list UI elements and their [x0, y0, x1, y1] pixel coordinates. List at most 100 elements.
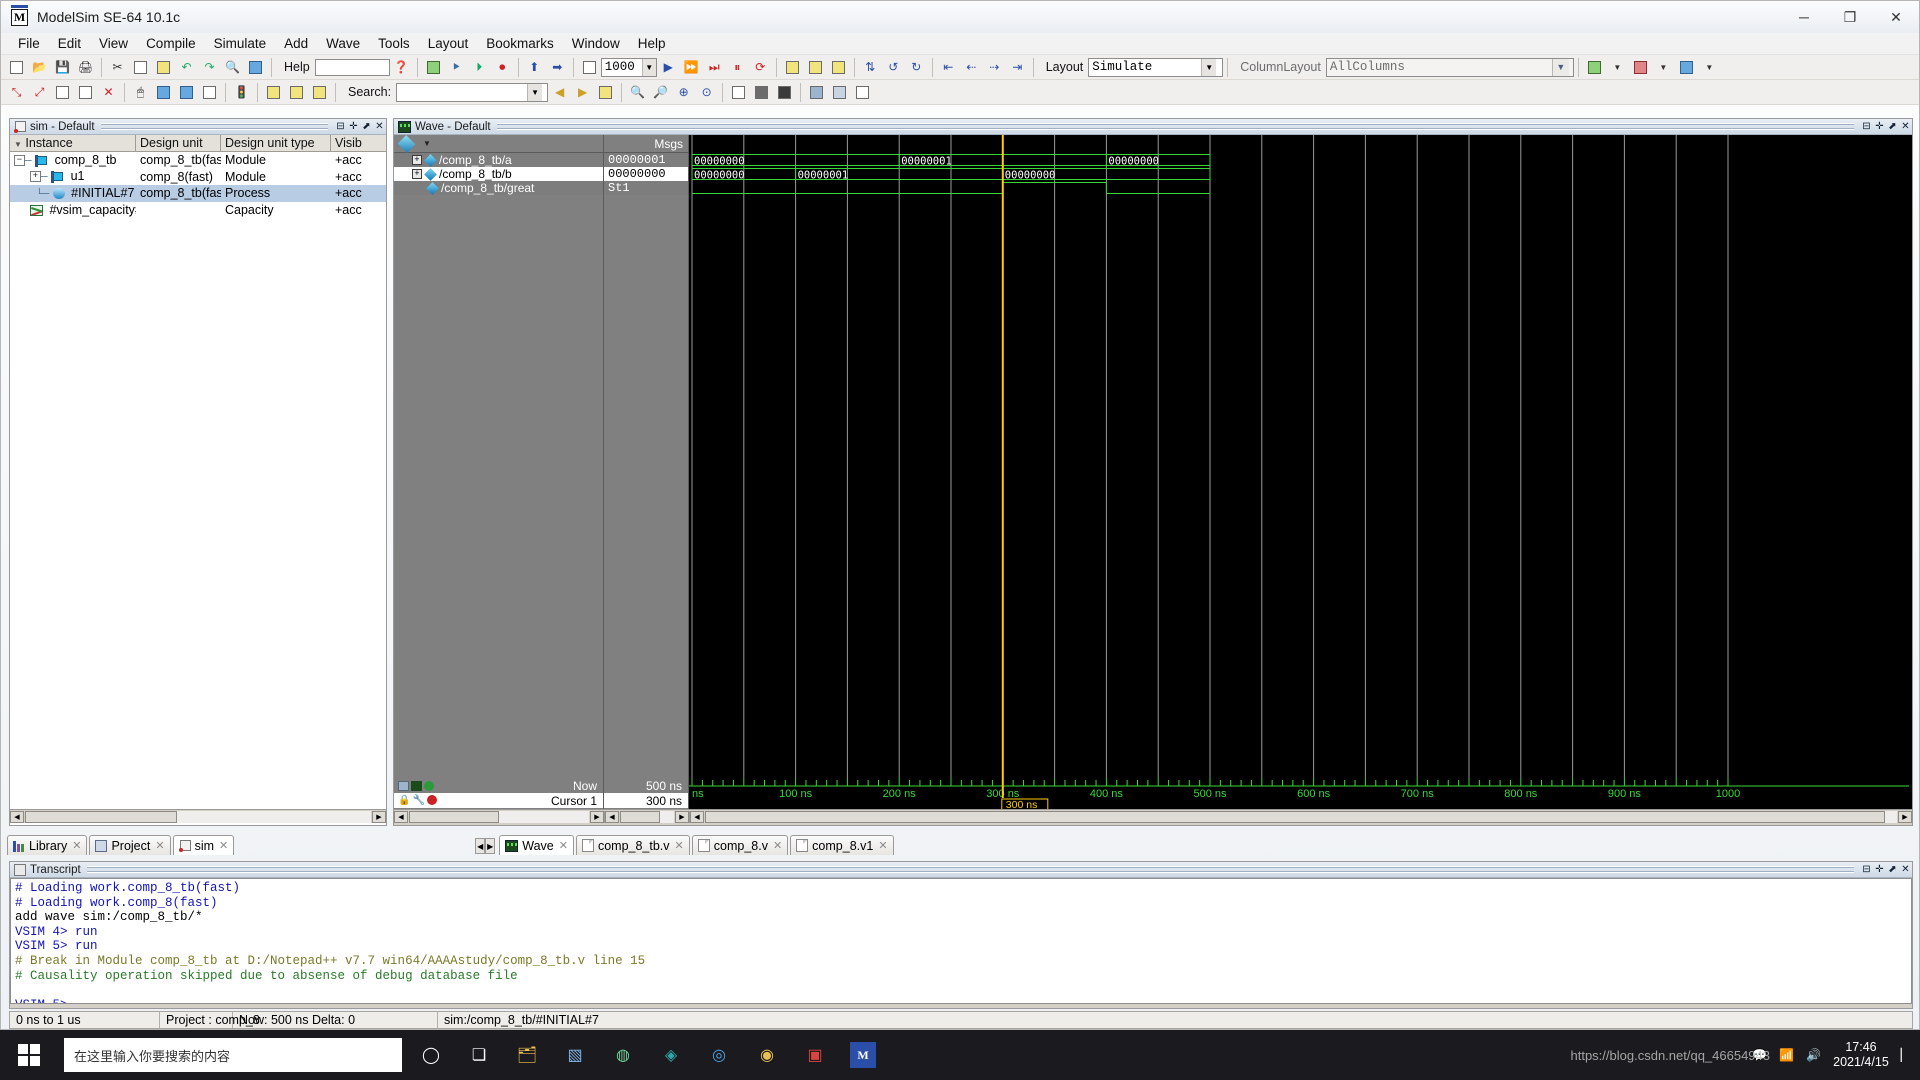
new-file-icon[interactable] — [6, 57, 27, 78]
delete-cursor-icon[interactable] — [426, 795, 437, 805]
file-explorer-icon[interactable]: 🗂 — [514, 1042, 540, 1068]
wave-scrollbars[interactable]: ◀ ▶ ◀ ▶ ◀ ▶ — [394, 809, 1912, 823]
wave-next-icon[interactable]: ↻ — [906, 57, 927, 78]
wave-dock-icon[interactable]: ⊟ — [1860, 120, 1873, 133]
run-icon[interactable]: ▶ — [658, 57, 679, 78]
columnlayout-chevron-icon[interactable]: ▼ — [1551, 58, 1569, 76]
layout-input[interactable] — [1089, 58, 1202, 76]
search-prev-icon[interactable]: ◀ — [549, 82, 570, 103]
tab-comp-8-tb-v[interactable]: comp_8_tb.v ✕ — [575, 835, 690, 855]
wave-signal-row[interactable]: + /comp_8_tb/b — [394, 167, 603, 181]
close-button[interactable]: ✕ — [1873, 2, 1919, 33]
names-scroll-track[interactable] — [409, 810, 589, 823]
undo-icon[interactable]: ↶ — [176, 57, 197, 78]
wave-options-icon[interactable]: ▼ — [1699, 57, 1720, 78]
cortana-icon[interactable]: ◯ — [418, 1042, 444, 1068]
tab-wave[interactable]: Wave ✕ — [499, 835, 574, 855]
breakpoint-icon[interactable]: ⏺ — [492, 57, 513, 78]
taskbar-search-input[interactable]: 在这里输入你要搜索的内容 — [64, 1038, 402, 1072]
columnlayout-input[interactable] — [1326, 58, 1552, 76]
qq-icon[interactable]: ◈ — [658, 1042, 684, 1068]
timeline-icon[interactable] — [398, 780, 409, 791]
step-out-icon[interactable] — [828, 57, 849, 78]
step-up-icon[interactable]: ⬆ — [524, 57, 545, 78]
taskbar-clock[interactable]: 17:46 2021/4/15 — [1833, 1040, 1889, 1070]
search-options-icon[interactable] — [595, 82, 616, 103]
zoom-mode-icon[interactable] — [153, 82, 174, 103]
tab-comp-8-v[interactable]: comp_8.v ✕ — [691, 835, 789, 855]
paste-icon[interactable] — [153, 57, 174, 78]
menu-window[interactable]: Window — [563, 34, 629, 53]
scroll-left-button[interactable]: ◀ — [10, 810, 24, 823]
wave-view-icon[interactable] — [411, 780, 422, 791]
tab-scroll-right[interactable]: ▶ — [485, 838, 496, 854]
transcript-maximize-icon[interactable]: ⬈ — [1886, 863, 1899, 876]
zoom-in-icon[interactable]: 🔍 — [627, 82, 648, 103]
acrobat-icon[interactable]: ▣ — [802, 1042, 828, 1068]
remove-wave-icon[interactable] — [1630, 57, 1651, 78]
volume-icon[interactable]: 🔊 — [1806, 1048, 1821, 1062]
tab-close-icon[interactable]: ✕ — [773, 839, 782, 852]
zoom-out-icon[interactable]: 🔎 — [650, 82, 671, 103]
search-next-icon[interactable]: ▶ — [572, 82, 593, 103]
minimize-button[interactable]: ─ — [1781, 2, 1827, 33]
column-header-visibility[interactable]: Visib — [331, 135, 386, 151]
layout-combo[interactable]: ▼ — [1088, 57, 1224, 77]
tab-project[interactable]: Project ✕ — [89, 835, 171, 855]
tab-library[interactable]: Library ✕ — [7, 835, 88, 855]
edit-mode-icon[interactable] — [176, 82, 197, 103]
wave-divider-icon[interactable] — [309, 82, 330, 103]
columns-icon[interactable] — [245, 57, 266, 78]
tab-sim[interactable]: sim ✕ — [172, 835, 235, 855]
maximize-button[interactable]: ❐ — [1827, 2, 1873, 33]
step-over-icon[interactable] — [805, 57, 826, 78]
tab-close-icon[interactable]: ✕ — [675, 839, 684, 852]
menu-bookmarks[interactable]: Bookmarks — [477, 34, 563, 53]
sort-icon[interactable] — [199, 82, 220, 103]
row-expander[interactable]: + — [30, 171, 41, 183]
zoom-full-icon[interactable]: ⊕ — [673, 82, 694, 103]
cursor-next-icon[interactable]: ⇢ — [984, 57, 1005, 78]
transcript-dock-icon[interactable]: ⊟ — [1860, 863, 1873, 876]
chrome-icon[interactable]: ◉ — [754, 1042, 780, 1068]
wechat-icon[interactable]: ◍ — [610, 1042, 636, 1068]
wave-group-icon[interactable] — [286, 82, 307, 103]
help-go-icon[interactable]: ❓ — [391, 57, 412, 78]
search-input[interactable] — [397, 83, 528, 101]
column-header-design-unit[interactable]: Design unit — [136, 135, 221, 151]
wave-scroll-left[interactable]: ◀ — [690, 810, 704, 823]
view-stack-icon[interactable] — [852, 82, 873, 103]
store-icon[interactable]: ▧ — [562, 1042, 588, 1068]
layout-chevron-down-icon[interactable]: ▼ — [1201, 58, 1217, 76]
compile-all-icon[interactable]: ⯈ — [446, 57, 467, 78]
view-compare-icon[interactable] — [806, 82, 827, 103]
transcript-close-icon[interactable]: ✕ — [1899, 863, 1912, 876]
menu-add[interactable]: Add — [275, 34, 317, 53]
wave-maximize-icon[interactable]: ⬈ — [1886, 120, 1899, 133]
signal-expander[interactable]: + — [412, 155, 422, 165]
start-button[interactable] — [0, 1030, 58, 1080]
compile-icon[interactable] — [423, 57, 444, 78]
chevron-down-icon[interactable]: ▼ — [641, 58, 656, 76]
add-wave-icon[interactable] — [1584, 57, 1605, 78]
dataflow-icon[interactable] — [52, 82, 73, 103]
tab-comp-8-v1[interactable]: comp_8.v1 ✕ — [790, 835, 894, 855]
names-scroll-right[interactable]: ▶ — [590, 810, 604, 823]
cursor-first-icon[interactable]: ⇤ — [938, 57, 959, 78]
waveform-canvas[interactable]: 00000000 00000001 00000000 00000000 00000001… — [689, 135, 1912, 778]
columnlayout-combo[interactable]: ▼ — [1325, 57, 1574, 77]
restart-icon[interactable]: ⟳ — [750, 57, 771, 78]
view-left-icon[interactable] — [728, 82, 749, 103]
cursor-row[interactable]: 🔒 🔧 Cursor 1 — [394, 793, 603, 808]
tab-close-icon[interactable]: ✕ — [155, 839, 164, 852]
scroll-right-button[interactable]: ▶ — [372, 810, 386, 823]
view-split-icon[interactable] — [751, 82, 772, 103]
wave-prev-icon[interactable]: ↺ — [883, 57, 904, 78]
menu-compile[interactable]: Compile — [137, 34, 205, 53]
time-ruler[interactable]: ns 100 ns 200 ns 300 ns 400 ns 500 ns 600 ns 70… — [689, 778, 1912, 809]
table-row[interactable]: #vsim_capacity# Capacity +acc — [10, 202, 386, 219]
add-cursor-icon[interactable] — [424, 780, 434, 791]
select-mode-icon[interactable]: 🖱 — [130, 82, 151, 103]
remove-wave-dropdown-icon[interactable]: ▼ — [1653, 57, 1674, 78]
continue-run-icon[interactable]: ⏩ — [681, 57, 702, 78]
